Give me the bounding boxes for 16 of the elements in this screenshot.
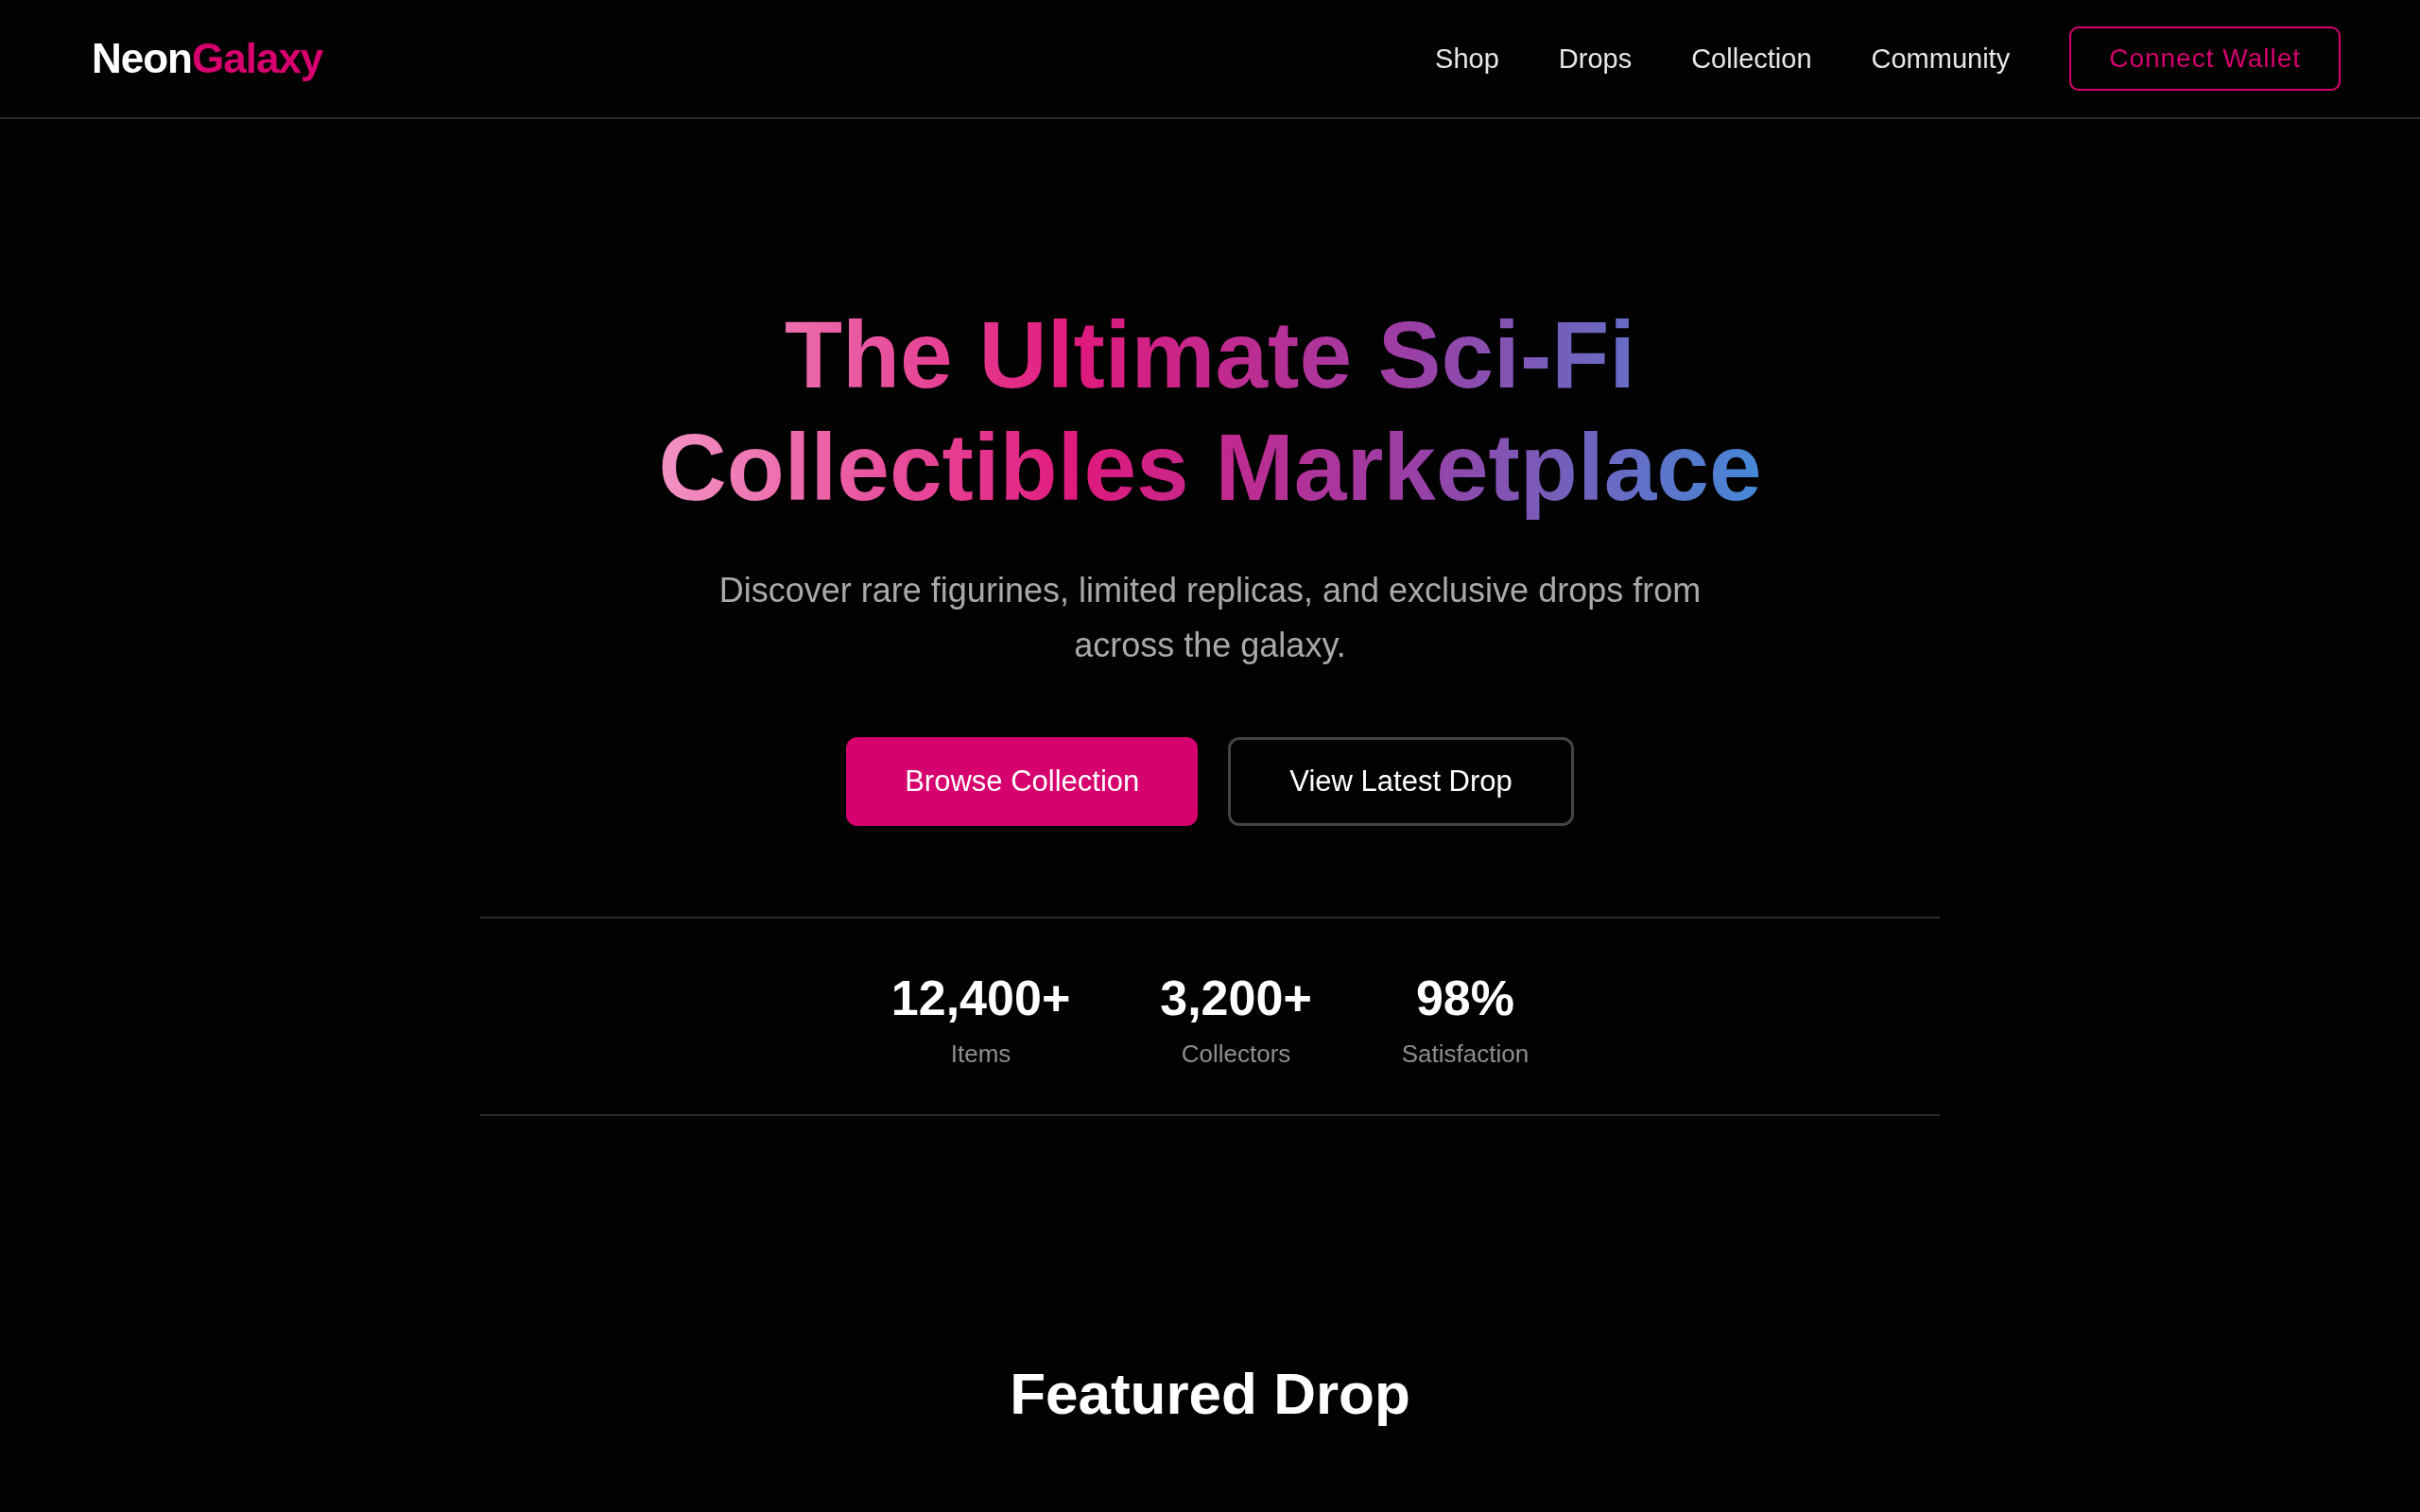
stat-value: 98%	[1415, 970, 1514, 1026]
connect-wallet-button[interactable]: Connect Wallet	[2069, 26, 2341, 91]
primary-button[interactable]: Browse Collection	[846, 737, 1199, 826]
stat-label: Satisfaction	[1401, 1040, 1530, 1069]
stat-value: 3,200+	[1160, 970, 1312, 1026]
stat-label: Items	[950, 1040, 1011, 1069]
nav-link[interactable]: Drops	[1558, 43, 1633, 75]
stat-label: Collectors	[1181, 1040, 1291, 1069]
logo[interactable]: NeonGalaxy	[92, 35, 323, 82]
nav-link[interactable]: Shop	[1435, 43, 1499, 75]
hero-subtitle: Discover rare figurines, limited replicas, and exclusive drops from across the galaxy.	[717, 570, 1703, 666]
outline-button[interactable]: View Latest Drop	[1228, 737, 1574, 826]
stat-value: 12,400+	[890, 970, 1071, 1026]
nav-link[interactable]: Collection	[1691, 43, 1812, 75]
nav-link[interactable]: Community	[1871, 43, 2011, 75]
section-heading: Featured Drop	[1010, 1360, 1410, 1427]
